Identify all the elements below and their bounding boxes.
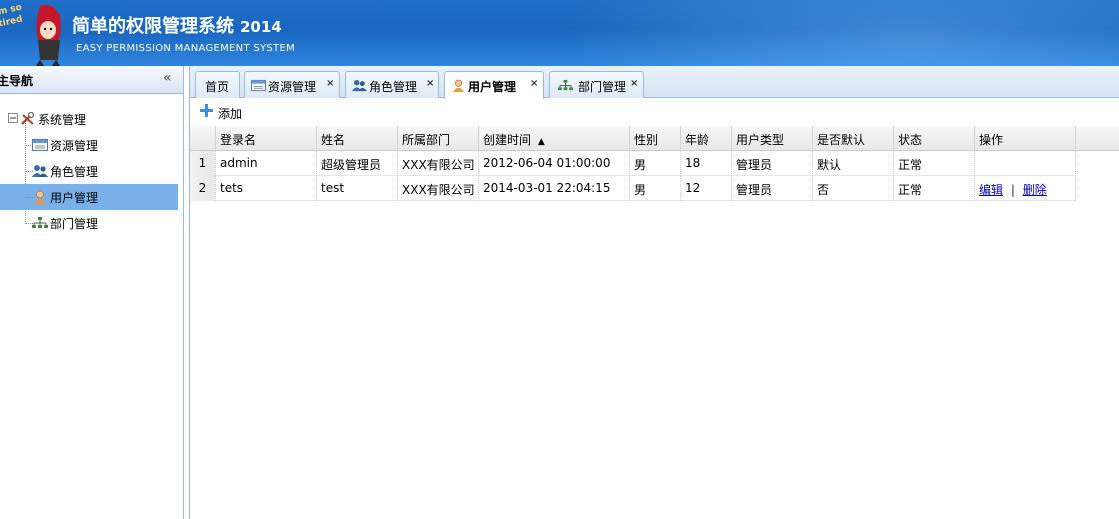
tree-node-resource[interactable]: 资源管理 <box>0 132 178 158</box>
close-icon[interactable]: × <box>630 78 638 89</box>
sidebar: 主导航 « 系统管理 资源管理 角色管理 用户管理 部门管理 <box>0 66 184 519</box>
cell-created: 2014-03-01 22:04:15 <box>479 176 630 201</box>
app-title-text: 简单的权限管理系统 <box>72 16 234 37</box>
close-icon[interactable]: × <box>530 78 538 89</box>
cell-gender: 男 <box>630 151 681 176</box>
tree-collapse-icon[interactable] <box>8 113 18 123</box>
cell-default: 否 <box>813 176 894 201</box>
app-subtitle: EASY PERMISSION MANAGEMENT SYSTEM <box>76 43 295 54</box>
main-panel: 首页 资源管理 × 角色管理 × 用户管理 × 部门管理 × 添加 登录名 姓名… <box>189 66 1119 519</box>
header-usertype[interactable]: 用户类型 <box>732 126 813 151</box>
resource-icon <box>32 139 48 151</box>
header-created[interactable]: 创建时间 ▲ <box>479 126 630 151</box>
row-number: 1 <box>190 151 216 176</box>
mascot-logo: m so tired <box>0 3 61 66</box>
svg-text:tired: tired <box>0 14 24 29</box>
cell-actions: 编辑 | 删除 <box>975 176 1076 201</box>
user-icon <box>452 79 465 92</box>
tab-dept[interactable]: 部门管理 × <box>549 71 644 98</box>
tab-role[interactable]: 角色管理 × <box>345 71 439 98</box>
add-button-label: 添加 <box>218 107 243 121</box>
app-title-year: 2014 <box>240 18 282 36</box>
header-actions[interactable]: 操作 <box>975 126 1076 151</box>
tab-resource[interactable]: 资源管理 × <box>244 71 340 98</box>
header-rownum <box>190 126 216 151</box>
grid-header: 登录名 姓名 所属部门 创建时间 ▲ 性别 年龄 用户类型 是否默认 状态 操作 <box>190 126 1119 151</box>
table-row[interactable]: 2 tets test XXX有限公司 2014-03-01 22:04:15 … <box>190 176 1076 201</box>
sort-asc-icon: ▲ <box>537 137 545 147</box>
cell-status: 正常 <box>894 176 975 201</box>
close-icon[interactable]: × <box>426 78 434 89</box>
cell-actions <box>975 151 1076 176</box>
sidebar-title: 主导航 <box>0 74 34 88</box>
users-group-icon <box>32 165 48 177</box>
cell-usertype: 管理员 <box>732 176 813 201</box>
tab-label: 角色管理 <box>369 80 418 94</box>
header-age[interactable]: 年龄 <box>681 126 732 151</box>
edit-link[interactable]: 编辑 <box>979 183 1003 197</box>
row-number: 2 <box>190 176 216 201</box>
header-created-label: 创建时间 <box>483 133 532 147</box>
header-dept[interactable]: 所属部门 <box>398 126 479 151</box>
cell-login: tets <box>216 176 317 201</box>
tree-label-user: 用户管理 <box>50 191 99 205</box>
tree-node-role[interactable]: 角色管理 <box>0 158 178 184</box>
tab-label: 部门管理 <box>578 80 627 94</box>
tree-node-dept[interactable]: 部门管理 <box>0 210 178 236</box>
header-glow <box>560 0 1119 66</box>
tab-bar: 首页 资源管理 × 角色管理 × 用户管理 × 部门管理 × <box>190 66 1119 99</box>
users-group-icon <box>352 79 367 92</box>
cell-name: 超级管理员 <box>317 151 398 176</box>
cell-dept: XXX有限公司 <box>398 151 479 176</box>
cell-usertype: 管理员 <box>732 151 813 176</box>
header-login[interactable]: 登录名 <box>216 126 317 151</box>
tab-home[interactable]: 首页 <box>195 71 240 98</box>
cell-age: 12 <box>681 176 732 201</box>
collapse-icon[interactable]: « <box>163 69 177 87</box>
cell-default: 默认 <box>813 151 894 176</box>
cell-gender: 男 <box>630 176 681 201</box>
action-separator: | <box>1010 183 1015 197</box>
tools-icon <box>21 112 35 125</box>
tree-label-dept: 部门管理 <box>50 217 99 231</box>
org-chart-icon <box>558 79 573 91</box>
header-default[interactable]: 是否默认 <box>813 126 894 151</box>
cell-login: admin <box>216 151 317 176</box>
cell-name: test <box>317 176 398 201</box>
sidebar-header: 主导航 « <box>0 66 183 94</box>
resource-icon <box>251 79 266 92</box>
tree-node-user[interactable]: 用户管理 <box>0 184 178 210</box>
app-title: 简单的权限管理系统 2014 <box>72 12 282 38</box>
cell-status: 正常 <box>894 151 975 176</box>
org-chart-icon <box>32 217 48 228</box>
cell-age: 18 <box>681 151 732 176</box>
tree-label-system: 系统管理 <box>38 113 87 127</box>
tab-label: 用户管理 <box>468 80 517 94</box>
tree-label-resource: 资源管理 <box>50 139 99 153</box>
delete-link[interactable]: 删除 <box>1023 183 1047 197</box>
header-name[interactable]: 姓名 <box>317 126 398 151</box>
tab-label: 资源管理 <box>268 80 317 94</box>
grid-toolbar: 添加 <box>190 98 1119 126</box>
plus-icon <box>200 104 213 117</box>
header-gender[interactable]: 性别 <box>630 126 681 151</box>
table-row[interactable]: 1 admin 超级管理员 XXX有限公司 2012-06-04 01:00:0… <box>190 151 1076 176</box>
cell-created: 2012-06-04 01:00:00 <box>479 151 630 176</box>
tab-user[interactable]: 用户管理 × <box>444 71 544 99</box>
tree-node-system[interactable]: 系统管理 <box>0 106 178 132</box>
tree-label-role: 角色管理 <box>50 165 99 179</box>
tab-label: 首页 <box>205 80 230 94</box>
user-icon <box>34 190 46 204</box>
close-icon[interactable]: × <box>326 78 334 89</box>
header-status[interactable]: 状态 <box>894 126 975 151</box>
app-header: m so tired 简单的权限管理系统 2014 EASY PERMISSION… <box>0 0 1119 66</box>
cell-dept: XXX有限公司 <box>398 176 479 201</box>
